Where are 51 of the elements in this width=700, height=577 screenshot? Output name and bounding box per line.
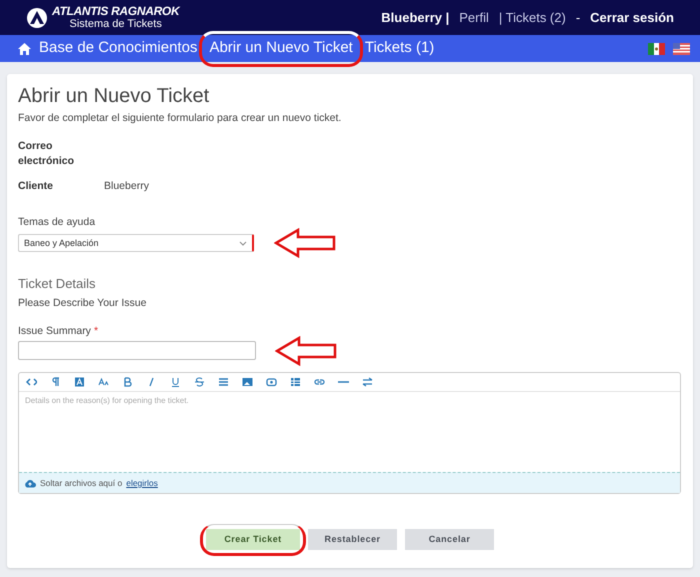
separator-text: - (576, 8, 580, 27)
browse-link[interactable]: elegirlos (126, 476, 158, 490)
header-link[interactable]: Perfil (459, 8, 489, 28)
image-icon[interactable] (242, 377, 253, 388)
nav-link[interactable]: Abrir un Nuevo Ticket (209, 37, 353, 60)
section-title: Ticket Details (18, 275, 97, 294)
underline-icon[interactable] (170, 377, 181, 388)
field-label: Correo electrónico (18, 138, 76, 169)
text-area-field[interactable]: Details on the reason(s) for opening the ticket. (19, 392, 680, 472)
rich-text-editor[interactable]: Details on the reason(s) for opening the ticket. Soltar archivos aquí o elegirlos (18, 372, 681, 494)
nav-link[interactable]: Tickets (1) (364, 37, 434, 60)
flag-icon[interactable] (648, 42, 665, 54)
link-icon[interactable] (314, 377, 325, 388)
arrow-drawing (275, 336, 337, 366)
arrow-drawing (274, 228, 336, 258)
text-color-icon[interactable] (74, 377, 85, 388)
table-icon[interactable] (290, 377, 301, 388)
intro-text: Favor de completar el siguiente formulario para crear un nuevo ticket. (18, 111, 342, 126)
nav-link[interactable]: Base de Conocimientos (39, 37, 198, 60)
chevron-down-icon (239, 240, 247, 246)
field-label: Cliente (18, 178, 54, 194)
header-link[interactable]: Blueberry | (381, 8, 450, 28)
strikethrough-icon[interactable] (194, 377, 205, 388)
drop-zone-text: Soltar archivos aquí o (40, 476, 122, 490)
dropdown-field[interactable]: Baneo y Apelación (18, 234, 254, 252)
brand-name: ATLANTIS RAGNAROK (52, 5, 180, 17)
field-label: Temas de ayuda (18, 214, 96, 230)
swap-icon[interactable] (362, 377, 373, 388)
code-icon[interactable] (26, 377, 37, 388)
flag-icon[interactable] (673, 42, 690, 54)
video-icon[interactable] (266, 377, 277, 388)
form-button[interactable]: Crear Ticket (206, 529, 300, 550)
section-subtitle: Please Describe Your Issue (18, 296, 148, 311)
font-size-icon[interactable] (98, 377, 109, 388)
form-button[interactable]: Restablecer (308, 529, 397, 550)
text-input-field[interactable] (18, 341, 256, 360)
brand-subtitle: Sistema de Tickets (70, 19, 162, 30)
bold-icon[interactable] (122, 377, 133, 388)
drop-zone[interactable]: Soltar archivos aquí o elegirlos (19, 472, 680, 494)
page-title: Abrir un Nuevo Ticket (18, 84, 210, 109)
logo-icon (26, 6, 48, 28)
cloud-upload-icon (24, 478, 36, 488)
header-link[interactable]: | Tickets (2) (498, 8, 566, 28)
header-link[interactable]: Cerrar sesión (590, 8, 674, 28)
list-icon[interactable] (218, 377, 229, 388)
required-mark: * (94, 324, 98, 338)
home-icon[interactable] (18, 42, 31, 54)
paragraph-icon[interactable] (50, 377, 61, 388)
form-button[interactable]: Cancelar (405, 529, 494, 550)
field-value: Blueberry (104, 178, 149, 194)
field-label: Issue Summary (18, 324, 91, 338)
